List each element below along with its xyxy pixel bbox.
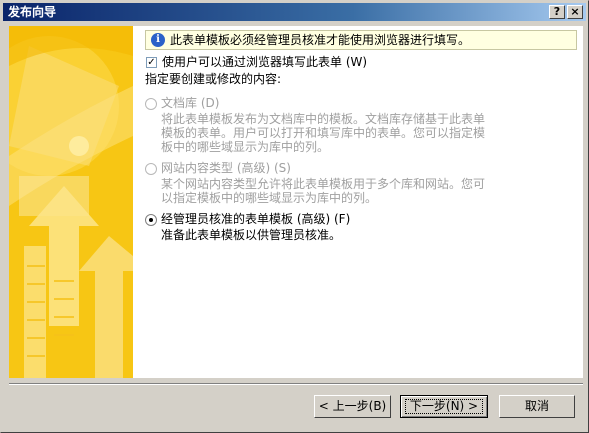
wizard-illustration [9,26,133,378]
info-text: 此表单模板必须经管理员核准才能使用浏览器进行填写。 [170,33,471,47]
document-library-description: 将此表单模板发布为文档库中的模板。文档库存储基于此表单模板的表单。用户可以打开和… [161,112,486,154]
admin-approved-description: 准备此表单模板以供管理员核准。 [161,228,342,242]
radio-admin-approved-label[interactable]: 经管理员核准的表单模板 (高级) (F) [161,212,350,227]
info-bar: i 此表单模板必须经管理员核准才能使用浏览器进行填写。 [145,30,577,50]
browser-checkbox-label[interactable]: 使用户可以通过浏览器填写此表单 (W) [162,55,367,70]
cancel-button[interactable]: 取消 [499,395,575,418]
help-button[interactable]: ? [549,5,565,19]
radio-document-library[interactable] [145,98,157,110]
title-bar[interactable]: 发布向导 ? × [3,3,586,21]
info-icon: i [151,33,165,47]
radio-site-content-type-label[interactable]: 网站内容类型 (高级) (S) [161,161,291,176]
footer-separator [9,383,583,385]
radio-site-content-type[interactable] [145,163,157,175]
back-button[interactable]: < 上一步(B) [314,395,391,418]
window-title: 发布向导 [8,5,57,19]
next-button[interactable]: 下一步(N) > [400,395,488,418]
wizard-content-panel: i 此表单模板必须经管理员核准才能使用浏览器进行填写。 ✓ 使用户可以通过浏览器… [133,26,583,378]
publish-wizard-dialog: 发布向导 ? × i 此表单模板必须经管理员核准才能使用浏览器进行填写。 ✓ 使… [0,0,589,433]
radio-admin-approved[interactable] [145,214,157,226]
site-content-type-description: 某个网站内容类型允许将此表单模板用于多个库和网站。您可以指定模板中的哪些域显示为… [161,177,486,205]
browser-checkbox[interactable]: ✓ [146,57,157,68]
radio-document-library-label[interactable]: 文档库 (D) [161,96,219,111]
focus-rect [405,399,483,414]
radio-selected-dot [149,218,153,222]
section-label: 指定要创建或修改的内容: [145,72,282,86]
close-button[interactable]: × [567,5,583,19]
